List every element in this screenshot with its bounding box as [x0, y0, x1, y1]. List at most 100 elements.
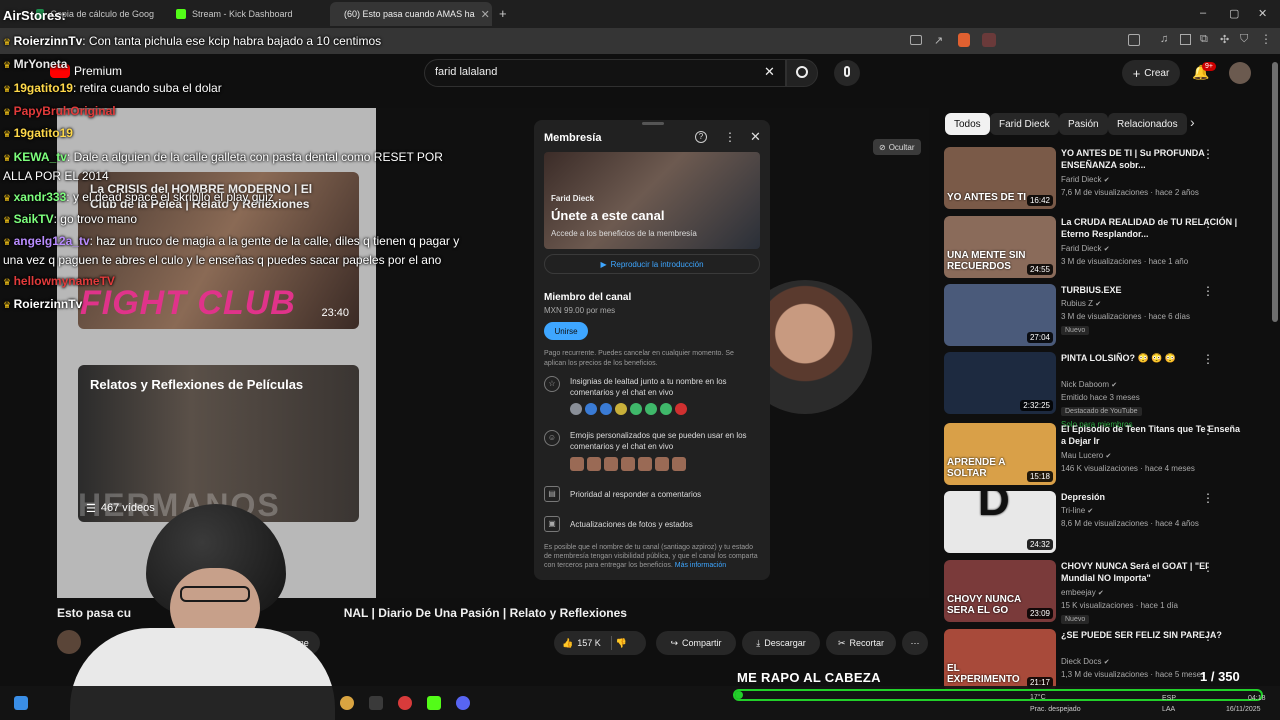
thumbnail[interactable]: EL EXPERIMENTO 21:17	[944, 629, 1056, 691]
drag-handle[interactable]	[642, 122, 664, 125]
recommendation-title[interactable]: TURBIUS.EXE	[1061, 284, 1241, 296]
collections-icon[interactable]: ⧉	[1200, 33, 1208, 46]
more-icon[interactable]: ⋮	[1202, 629, 1214, 643]
chat-username[interactable]: xandr333	[14, 190, 67, 204]
more-icon[interactable]: ⋮	[1202, 560, 1214, 574]
recommendation-title[interactable]: PINTA LOLSIÑO? 😳 😳 😳	[1061, 352, 1241, 364]
scrollbar-thumb[interactable]	[1272, 62, 1278, 322]
more-icon[interactable]: ⋮	[1202, 423, 1214, 437]
extensions-puzzle-icon[interactable]: ✣	[1220, 33, 1229, 46]
channel-name[interactable]: Dieck Docs ✔	[1061, 657, 1110, 666]
more-actions-button[interactable]: ⋯	[902, 631, 928, 655]
like-icon[interactable]: 👍	[562, 638, 573, 649]
sidebar-icon[interactable]	[1180, 34, 1191, 45]
menu-icon[interactable]: ⋮	[1260, 32, 1272, 46]
more-icon[interactable]: ⋮	[1202, 147, 1214, 161]
chat-username[interactable]: PapyBruhOriginal	[14, 104, 116, 118]
more-icon[interactable]: ⋮	[724, 130, 736, 144]
chip-farid-dieck[interactable]: Farid Dieck	[990, 113, 1059, 135]
extension-icon[interactable]	[982, 33, 996, 47]
keyboard-lang[interactable]: ESP	[1162, 695, 1176, 702]
more-icon[interactable]: ⋮	[1202, 491, 1214, 505]
more-icon[interactable]: ⋮	[1202, 284, 1214, 298]
thumbnail[interactable]: D 24:32	[944, 491, 1056, 553]
recommendation-item[interactable]: CHOVY NUNCA SERA EL GO 23:09 CHOVY NUNCA S…	[944, 560, 1266, 624]
thumbnail[interactable]: 2:32:25	[944, 352, 1056, 414]
chat-username[interactable]: RoierzinnTv	[14, 297, 83, 311]
app-icon[interactable]	[369, 696, 383, 710]
channel-name[interactable]: Rubius Z ✔	[1061, 299, 1101, 308]
browser-tab-youtube[interactable]: (60) Esto pasa cuando AMAS ha ✕	[330, 2, 492, 26]
more-icon[interactable]: ⋮	[1202, 352, 1214, 366]
chat-username[interactable]: KEWA_tv	[14, 150, 67, 164]
account-avatar[interactable]	[1229, 62, 1251, 84]
recommendation-title[interactable]: La CRUDA REALIDAD de TU RELACIÓN | Etern…	[1061, 216, 1241, 240]
join-button[interactable]: Unirse	[544, 322, 588, 340]
more-info-link[interactable]: Más información	[675, 562, 726, 569]
search-input[interactable]: farid lalaland	[424, 59, 786, 87]
channel-name[interactable]: Tri-line ✔	[1061, 506, 1093, 515]
browser-tab-kick[interactable]: Stream - Kick Dashboard	[168, 2, 328, 26]
create-button[interactable]: + Crear	[1122, 60, 1180, 86]
windows-start-icon[interactable]	[14, 696, 28, 710]
channel-name[interactable]: Mau Lucero ✔	[1061, 451, 1111, 460]
minimize-icon[interactable]: –	[1200, 7, 1206, 19]
close-tab-icon[interactable]: ✕	[481, 8, 490, 21]
recommendation-item[interactable]: UNA MENTE SIN RECUERDOS 24:55 La CRUDA REA…	[944, 216, 1266, 280]
clip-button[interactable]: ✂ Recortar	[826, 631, 896, 655]
channel-name[interactable]: Farid Dieck ✔	[1061, 244, 1110, 253]
share-icon[interactable]: ↗	[934, 34, 943, 47]
new-tab-button[interactable]: +	[499, 6, 507, 21]
download-button[interactable]: ⤓ Descargar	[742, 631, 820, 655]
screenshot-icon[interactable]	[1128, 34, 1140, 46]
recommendation-title[interactable]: ¿SE PUEDE SER FELIZ SIN PAREJA?	[1061, 629, 1241, 641]
voice-search-button[interactable]	[834, 60, 860, 86]
app-icon[interactable]	[340, 696, 354, 710]
chat-username[interactable]: 19gatito19	[14, 126, 73, 140]
close-window-icon[interactable]: ✕	[1258, 7, 1267, 20]
thumbnail[interactable]: UNA MENTE SIN RECUERDOS 24:55	[944, 216, 1056, 278]
chat-username[interactable]: 19gatito19	[14, 81, 73, 95]
recommendation-item[interactable]: 27:04 TURBIUS.EXE ⋮ Rubius Z ✔ 3 M de visual…	[944, 284, 1266, 348]
dislike-icon[interactable]: 👎	[616, 638, 627, 649]
recommendation-title[interactable]: YO ANTES DE TI | Su PROFUNDA ENSEÑANZA s…	[1061, 147, 1241, 171]
recommendation-title[interactable]: El Episodio de Teen Titans que Te Enseña…	[1061, 423, 1241, 447]
music-icon[interactable]: ♫	[1160, 33, 1168, 45]
discord-icon[interactable]	[456, 696, 470, 710]
recommendation-title[interactable]: Depresión	[1061, 491, 1241, 503]
search-button[interactable]	[786, 59, 818, 87]
close-icon[interactable]: ✕	[750, 129, 761, 145]
recommendation-item[interactable]: 2:32:25 PINTA LOLSIÑO? 😳 😳 😳 ⋮ Nick Daboom …	[944, 352, 1266, 429]
play-intro-button[interactable]: ▶ Reproducir la introducción	[544, 254, 760, 274]
recommendation-title[interactable]: CHOVY NUNCA Será el GOAT | "El Mundial N…	[1061, 560, 1241, 584]
chat-username[interactable]: SaikTV	[14, 212, 54, 226]
chip-all[interactable]: Todos	[945, 113, 990, 135]
shield-icon[interactable]: ⛉	[1240, 33, 1248, 46]
hide-button[interactable]: ⊘ Ocultar	[873, 139, 921, 155]
channel-name[interactable]: Nick Daboom ✔	[1061, 380, 1117, 389]
more-icon[interactable]: ⋮	[1202, 216, 1214, 230]
chat-username[interactable]: MrYoneta	[14, 57, 68, 71]
app-icon[interactable]	[398, 696, 412, 710]
chevron-right-icon[interactable]: ›	[1190, 114, 1195, 130]
cast-icon[interactable]	[910, 35, 922, 45]
recommendation-item[interactable]: APRENDE A SOLTAR 15:18 El Episodio de Teen…	[944, 423, 1266, 487]
recommendation-item[interactable]: YO ANTES DE TI 16:42 YO ANTES DE TI | Su P…	[944, 147, 1266, 211]
thumbnail[interactable]: APRENDE A SOLTAR 15:18	[944, 423, 1056, 485]
chip-pasion[interactable]: Pasión	[1059, 113, 1108, 135]
extension-icon[interactable]	[958, 33, 970, 47]
help-icon[interactable]: ?	[695, 131, 707, 143]
app-icon[interactable]	[427, 696, 441, 710]
channel-name[interactable]: Farid Dieck ✔	[1061, 175, 1110, 184]
chat-username[interactable]: angelg12a_tv	[14, 234, 90, 248]
thumbnail[interactable]: CHOVY NUNCA SERA EL GO 23:09	[944, 560, 1056, 622]
maximize-icon[interactable]: ▢	[1229, 7, 1239, 20]
thumbnail[interactable]: YO ANTES DE TI 16:42	[944, 147, 1056, 209]
chat-username[interactable]: RoierzinnTv	[14, 34, 83, 48]
clock-time[interactable]: 04:18	[1248, 695, 1266, 702]
thumbnail[interactable]: 27:04	[944, 284, 1056, 346]
share-button[interactable]: ↪ Compartir	[656, 631, 736, 655]
chip-related[interactable]: Relacionados	[1108, 113, 1187, 135]
channel-name[interactable]: embeejay ✔	[1061, 588, 1104, 597]
recommendation-item[interactable]: D 24:32 Depresión ⋮ Tri-line ✔ 8,6 M de visua…	[944, 491, 1266, 555]
